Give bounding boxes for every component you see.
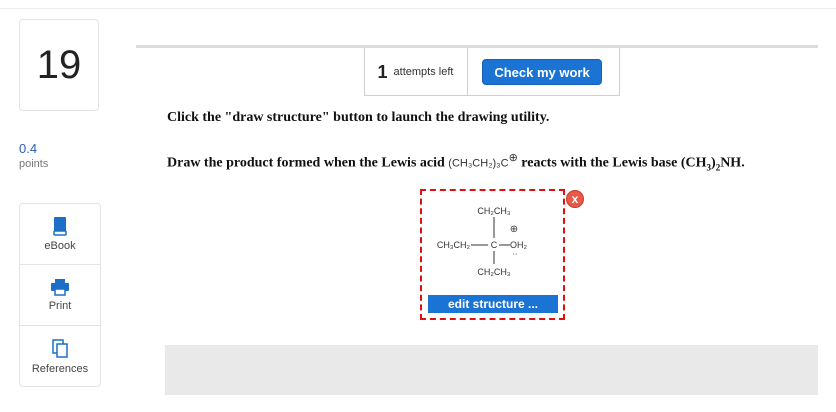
molecule-structure: CH₂CH₃ ⊕ CH₃CH₂ C OH₂ ·· CH₂CH₃ (437, 206, 528, 277)
question-part1: Draw the product formed when the Lewis a… (167, 155, 449, 171)
points-label: points (19, 158, 49, 170)
lewis-acid-formula: (CH₃CH₂)₃C (448, 157, 509, 170)
attempts-label: attempts left (393, 66, 454, 78)
answer-feedback-area (165, 345, 818, 395)
question-text: Draw the product formed when the Lewis a… (167, 151, 745, 172)
attempts-count: 1 (377, 61, 388, 82)
print-label: Print (48, 300, 72, 312)
tool-panel: eBook Print References (19, 203, 101, 387)
lewis-acid-charge: ⊕ (508, 152, 518, 164)
water-group: OH₂ (510, 240, 528, 250)
ebook-button[interactable]: eBook (20, 204, 100, 265)
check-my-work-button[interactable]: Check my work (482, 59, 602, 85)
points-value: 0.4 (19, 141, 38, 156)
references-label: References (31, 362, 89, 375)
edit-structure-button[interactable]: edit structure ... (428, 295, 558, 313)
structure-drawing-box[interactable]: CH₂CH₃ ⊕ CH₃CH₂ C OH₂ ·· CH₂CH₃ edit str… (420, 189, 565, 320)
carbocation-charge: ⊕ (510, 224, 518, 235)
lone-pair: ·· (512, 250, 517, 259)
question-number: 19 (19, 19, 99, 111)
references-button[interactable]: References (20, 326, 100, 387)
instruction-text: Click the "draw structure" button to lau… (167, 110, 550, 125)
ebook-label: eBook (44, 240, 76, 252)
top-divider (0, 8, 836, 9)
question-part4: NH. (720, 155, 745, 171)
references-icon (52, 338, 68, 358)
attempts-indicator: 1 attempts left (364, 48, 468, 96)
top-ethyl-group: CH₂CH₃ (477, 206, 510, 216)
question-part2: reacts with the Lewis base (CH (517, 155, 707, 171)
bottom-ethyl-group: CH₂CH₃ (477, 267, 510, 277)
close-icon[interactable]: x (566, 190, 584, 208)
print-button[interactable]: Print (20, 265, 100, 326)
printer-icon (51, 279, 69, 296)
left-ethyl-group: CH₃CH₂ (437, 240, 471, 250)
book-icon (53, 217, 67, 236)
central-carbon: C (491, 240, 498, 250)
